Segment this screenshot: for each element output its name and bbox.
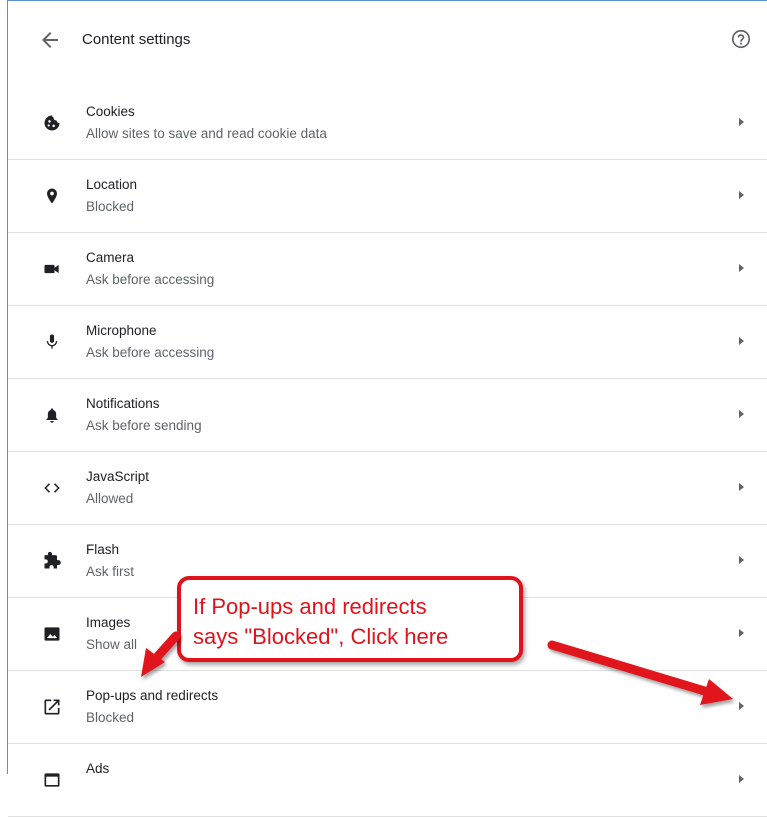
callout-line-1: If Pop-ups and redirects [193, 594, 427, 619]
code-icon [42, 478, 62, 498]
setting-status: Allowed [86, 491, 134, 506]
setting-row-notifications[interactable]: Notifications Ask before sending [8, 379, 767, 452]
chevron-right-icon[interactable] [739, 629, 744, 637]
setting-status: Ask before accessing [86, 272, 215, 287]
chevron-right-icon[interactable] [739, 410, 744, 418]
setting-label: Notifications [86, 396, 160, 411]
setting-row-popups[interactable]: Pop-ups and redirects Blocked [8, 671, 767, 744]
chevron-right-icon[interactable] [739, 775, 744, 783]
setting-row-javascript[interactable]: JavaScript Allowed [8, 452, 767, 525]
page-title: Content settings [82, 31, 191, 48]
help-icon[interactable] [730, 28, 752, 50]
bell-icon [42, 405, 62, 425]
setting-label: Microphone [86, 323, 157, 338]
content-settings-list: Cookies Allow sites to save and read coo… [8, 87, 767, 817]
setting-label: Location [86, 177, 138, 192]
cookie-icon [42, 113, 62, 133]
setting-status: Blocked [86, 199, 135, 214]
chevron-right-icon[interactable] [739, 702, 744, 710]
ads-icon [42, 770, 62, 790]
setting-label: JavaScript [86, 469, 150, 484]
camera-icon [42, 259, 62, 279]
setting-status: Allow sites to save and read cookie data [86, 126, 327, 141]
chevron-right-icon[interactable] [739, 191, 744, 199]
page-header: Content settings [8, 0, 767, 80]
microphone-icon [42, 332, 62, 352]
setting-label: Pop-ups and redirects [86, 688, 219, 703]
setting-row-camera[interactable]: Camera Ask before accessing [8, 233, 767, 306]
setting-status: Ask before accessing [86, 345, 215, 360]
setting-row-microphone[interactable]: Microphone Ask before accessing [8, 306, 767, 379]
chevron-right-icon[interactable] [739, 118, 744, 126]
chevron-right-icon[interactable] [739, 337, 744, 345]
setting-label: Camera [86, 250, 135, 265]
image-icon [42, 624, 62, 644]
instruction-callout: If Pop-ups and redirects says "Blocked",… [177, 576, 523, 662]
setting-row-location[interactable]: Location Blocked [8, 160, 767, 233]
open-in-new-icon [42, 697, 62, 717]
chevron-right-icon[interactable] [739, 264, 744, 272]
callout-line-2: says "Blocked", Click here [193, 624, 449, 649]
chevron-right-icon[interactable] [739, 556, 744, 564]
setting-status: Blocked [86, 710, 135, 725]
setting-status: Ask first [86, 564, 135, 579]
setting-status: Show all [86, 637, 138, 652]
puzzle-icon [42, 551, 62, 571]
setting-row-cookies[interactable]: Cookies Allow sites to save and read coo… [8, 87, 767, 160]
setting-row-ads[interactable]: Ads [8, 744, 767, 817]
location-pin-icon [42, 186, 62, 206]
setting-label: Cookies [86, 104, 135, 119]
chevron-right-icon[interactable] [739, 483, 744, 491]
setting-status: Ask before sending [86, 418, 202, 433]
arrow-back-icon[interactable] [38, 28, 62, 52]
setting-label: Flash [86, 542, 120, 557]
setting-label: Images [86, 615, 131, 630]
